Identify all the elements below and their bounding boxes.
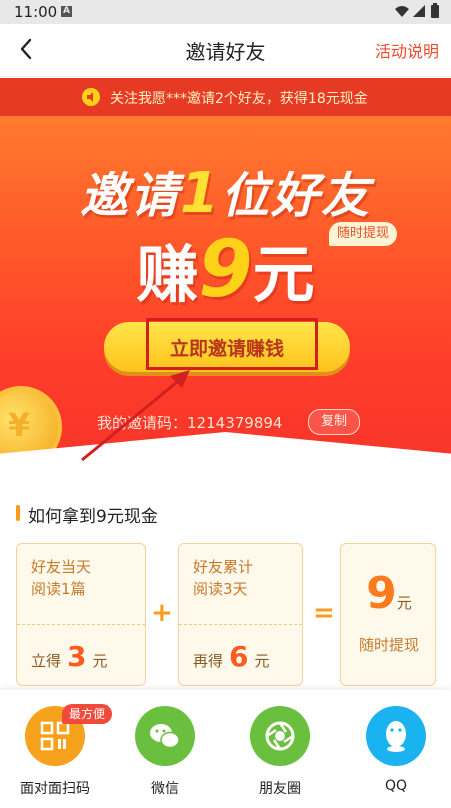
total-card: 9元 随时提现 [340, 543, 436, 686]
step-2-amount: 再得 6 元 [193, 640, 270, 673]
notice-text: 关注我愿***邀请2个好友，获得18元现金 [110, 91, 368, 107]
wechat-icon [135, 706, 195, 766]
rules-link[interactable]: 活动说明 [375, 38, 439, 62]
share-qq[interactable]: QQ [346, 698, 446, 808]
share-moments[interactable]: 朋友圈 [230, 698, 330, 808]
equals-sign: = [313, 598, 335, 628]
hero-banner: ¥ 邀请1位好友 赚9元 随时提现 立即邀请赚钱 我的邀请码：121437989… [0, 116, 451, 466]
cashout-badge: 随时提现 [329, 222, 398, 246]
step-card-2: 好友累计 阅读3天 再得 6 元 [178, 543, 303, 686]
arrow-annotation [81, 370, 190, 462]
card-divider [17, 624, 145, 625]
step-1-desc: 好友当天 阅读1篇 [31, 558, 92, 598]
best-badge: 最方便 [62, 704, 113, 724]
plus-sign: + [151, 598, 173, 628]
total-label: 随时提现 [358, 636, 419, 654]
status-icons [395, 3, 439, 18]
moments-icon [250, 706, 310, 766]
step-1-amount: 立得 3 元 [31, 640, 108, 673]
signal-icon [413, 5, 425, 17]
speaker-icon [82, 88, 100, 106]
step-card-1: 好友当天 阅读1篇 立得 3 元 [16, 543, 146, 686]
copy-button[interactable]: 复制 [308, 409, 360, 435]
share-qr-label: 面对面扫码 [20, 781, 90, 797]
yuan-icon: ¥ [8, 406, 31, 444]
hero-headline: 邀请1位好友 [80, 161, 371, 226]
how-to-title: 如何拿到9元现金 [28, 507, 158, 527]
share-wechat[interactable]: 微信 [115, 698, 215, 808]
section-marker [16, 505, 20, 521]
share-moments-label: 朋友圈 [259, 781, 301, 797]
status-time: 11:00 [14, 3, 58, 21]
nav-bar: 邀请好友 活动说明 [0, 24, 451, 77]
share-wechat-label: 微信 [151, 781, 179, 797]
notification-icon: A [61, 6, 72, 17]
hero-curve [0, 432, 451, 466]
step-2-desc: 好友累计 阅读3天 [193, 558, 254, 598]
card-divider [179, 624, 302, 625]
qq-icon [366, 706, 426, 766]
share-qq-label: QQ [384, 778, 408, 794]
notice-banner: 关注我愿***邀请2个好友，获得18元现金 [0, 78, 451, 116]
total-amount: 9元 [366, 568, 412, 619]
wifi-icon [395, 6, 409, 17]
battery-icon [431, 5, 439, 18]
